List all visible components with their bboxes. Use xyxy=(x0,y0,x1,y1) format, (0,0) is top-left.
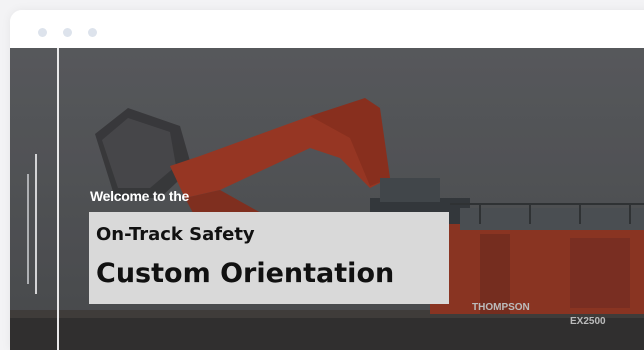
browser-window: THOMPSON EX2500 Welcome to the On-Track … xyxy=(10,10,644,350)
hero-welcome-text: Welcome to the xyxy=(90,188,190,204)
decorative-vertical-line xyxy=(35,154,37,294)
hero-banner: THOMPSON EX2500 Welcome to the On-Track … xyxy=(10,48,644,350)
hero-title-line1: On-Track Safety xyxy=(96,224,255,245)
window-control-dot[interactable] xyxy=(63,28,72,37)
window-control-dot[interactable] xyxy=(38,28,47,37)
decorative-vertical-line xyxy=(27,174,29,284)
window-titlebar xyxy=(10,10,644,48)
hero-title-line2: Custom Orientation xyxy=(96,258,395,289)
hero-title-box: On-Track Safety Custom Orientation xyxy=(89,212,449,304)
window-control-dot[interactable] xyxy=(88,28,97,37)
decorative-vertical-line xyxy=(57,48,59,350)
